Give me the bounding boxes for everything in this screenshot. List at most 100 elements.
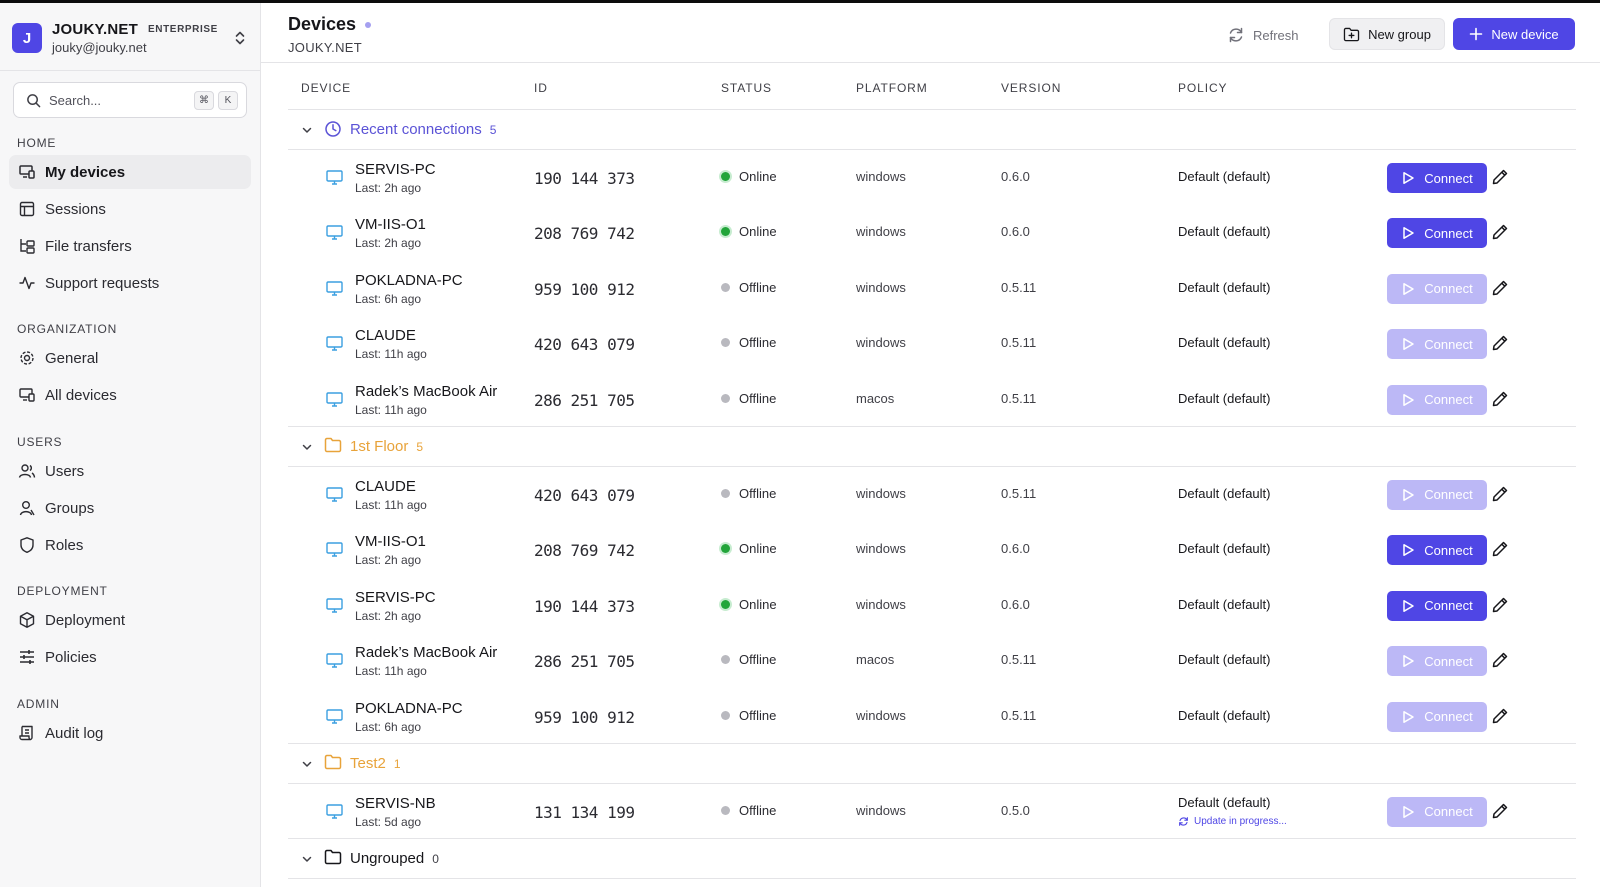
org-name: JOUKY.NET	[52, 21, 138, 38]
device-policy: Default (default)	[1178, 794, 1271, 810]
org-switcher[interactable]: J JOUKY.NET ENTERPRISE jouky@jouky.net	[12, 17, 250, 59]
chevron-down-icon[interactable]	[301, 123, 313, 141]
status-badge: Offline	[721, 280, 776, 295]
sidebar-item-label: Sessions	[45, 200, 106, 218]
sidebar-item-support-requests[interactable]: Support requests	[9, 266, 251, 300]
connect-button[interactable]: Connect	[1387, 479, 1487, 510]
status-dot	[721, 710, 730, 720]
sidebar-item-audit-log[interactable]: Audit log	[9, 716, 251, 750]
search-input[interactable]: Search... ⌘ K	[13, 82, 247, 118]
device-policy: Default (default)	[1178, 596, 1271, 612]
device-id: 286 251 705	[534, 652, 635, 672]
table-row[interactable]: POKLADNA-PC Last: 6h ago 959 100 912 Offlin…	[288, 261, 1576, 316]
connect-button[interactable]: Connect	[1387, 273, 1487, 304]
connect-button[interactable]: Connect	[1387, 329, 1487, 360]
pencil-icon[interactable]	[1491, 596, 1509, 619]
group-row[interactable]: Ungrouped 0	[288, 839, 1576, 880]
table-row[interactable]: SERVIS-NB Last: 5d ago 131 134 199 Offline w…	[288, 784, 1576, 840]
table-row[interactable]: Radek’s MacBook Air Last: 11h ago 286 251 …	[288, 633, 1576, 688]
monitor-icon	[326, 391, 343, 412]
status-text: Offline	[739, 485, 777, 501]
connect-button[interactable]: Connect	[1387, 218, 1487, 249]
sync-icon	[1179, 817, 1188, 826]
status-dot	[365, 21, 372, 28]
sidebar-item-policies[interactable]: Policies	[9, 640, 251, 674]
connect-button[interactable]: Connect	[1387, 796, 1487, 827]
status-dot	[721, 338, 730, 348]
device-policy: Default (default)	[1178, 390, 1271, 406]
status-badge: Offline	[721, 391, 776, 406]
sidebar-item-label: Policies	[45, 648, 97, 666]
sidebar-item-file-transfers[interactable]: File transfers	[9, 229, 251, 263]
table-row[interactable]: SERVIS-PC Last: 2h ago 190 144 373 Online wi…	[288, 150, 1576, 205]
pencil-icon[interactable]	[1491, 707, 1509, 730]
table-row[interactable]: VM-IIS-O1 Last: 2h ago 208 769 742 Online wi…	[288, 205, 1576, 260]
connect-button[interactable]: Connect	[1387, 163, 1487, 193]
chevron-down-icon[interactable]	[301, 757, 313, 775]
pencil-icon[interactable]	[1491, 390, 1509, 413]
new-device-button[interactable]: New device	[1453, 18, 1575, 50]
connect-button[interactable]: Connect	[1387, 646, 1487, 677]
device-policy: Default (default)	[1178, 169, 1271, 184]
folder-icon	[324, 849, 342, 870]
device-id: 208 769 742	[534, 541, 635, 561]
sidebar-item-groups[interactable]: Groups	[9, 491, 251, 525]
status-dot	[721, 227, 730, 237]
group-row[interactable]: 1st Floor 5	[288, 427, 1576, 467]
new-group-button[interactable]: New group	[1329, 18, 1445, 50]
sidebar-item-label: Audit log	[45, 724, 104, 742]
pencil-icon[interactable]	[1491, 802, 1509, 825]
connect-button[interactable]: Connect	[1387, 535, 1487, 566]
user-group-icon	[18, 499, 36, 517]
device-version: 0.5.11	[1001, 279, 1037, 295]
pencil-icon[interactable]	[1491, 334, 1509, 357]
pencil-icon[interactable]	[1491, 223, 1509, 246]
sidebar-item-all-devices[interactable]: All devices	[9, 378, 251, 412]
play-icon	[1401, 543, 1415, 557]
device-last-seen: Last: 2h ago	[355, 236, 422, 251]
sessions-icon	[18, 200, 36, 218]
table-row[interactable]: CLAUDE Last: 11h ago 420 643 079 Offline win…	[288, 467, 1576, 522]
sidebar-item-sessions[interactable]: Sessions	[9, 192, 251, 226]
connect-button[interactable]: Connect	[1387, 701, 1487, 732]
sidebar-item-general[interactable]: General	[9, 341, 251, 375]
device-platform: windows	[856, 279, 906, 295]
chevron-up-down-icon[interactable]	[230, 23, 250, 53]
table-row[interactable]: SERVIS-PC Last: 2h ago 190 144 373 Online wi…	[288, 578, 1576, 633]
pencil-icon[interactable]	[1491, 540, 1509, 563]
pencil-icon[interactable]	[1491, 485, 1509, 508]
sidebar-item-label: My devices	[45, 163, 126, 181]
play-icon	[1401, 488, 1415, 502]
sidebar-item-users[interactable]: Users	[9, 454, 251, 488]
play-icon	[1401, 710, 1415, 724]
group-row[interactable]: Recent connections 5	[288, 110, 1576, 150]
refresh-button[interactable]: Refresh	[1227, 20, 1299, 50]
status-badge: Offline	[721, 486, 776, 501]
play-icon	[1401, 805, 1415, 819]
table-row[interactable]: CLAUDE Last: 11h ago 420 643 079 Offline win…	[288, 316, 1576, 371]
pencil-icon[interactable]	[1491, 168, 1509, 191]
connect-button[interactable]: Connect	[1387, 384, 1487, 415]
connect-button[interactable]: Connect	[1387, 590, 1487, 621]
connect-label: Connect	[1424, 598, 1473, 614]
device-version: 0.6.0	[1001, 596, 1030, 612]
chevron-down-icon[interactable]	[301, 440, 313, 458]
group-name: 1st Floor	[350, 437, 409, 455]
sidebar-item-my-devices[interactable]: My devices	[9, 155, 251, 189]
connect-label: Connect	[1424, 653, 1473, 669]
pencil-icon[interactable]	[1491, 279, 1509, 302]
status-dot	[721, 488, 730, 498]
device-platform: windows	[856, 224, 906, 240]
shield-icon	[18, 536, 36, 554]
device-policy: Default (default)	[1178, 224, 1271, 240]
pencil-icon[interactable]	[1491, 651, 1509, 674]
sidebar-item-deployment[interactable]: Deployment	[9, 603, 251, 637]
chevron-down-icon[interactable]	[301, 852, 313, 870]
table-row[interactable]: POKLADNA-PC Last: 6h ago 959 100 912 Offlin…	[288, 689, 1576, 744]
status-dot	[721, 282, 730, 292]
table-row[interactable]: Radek’s MacBook Air Last: 11h ago 286 251 …	[288, 372, 1576, 427]
sliders-icon	[18, 648, 36, 666]
sidebar-item-roles[interactable]: Roles	[9, 528, 251, 562]
table-row[interactable]: VM-IIS-O1 Last: 2h ago 208 769 742 Online wi…	[288, 522, 1576, 577]
group-row[interactable]: Test2 1	[288, 744, 1576, 784]
